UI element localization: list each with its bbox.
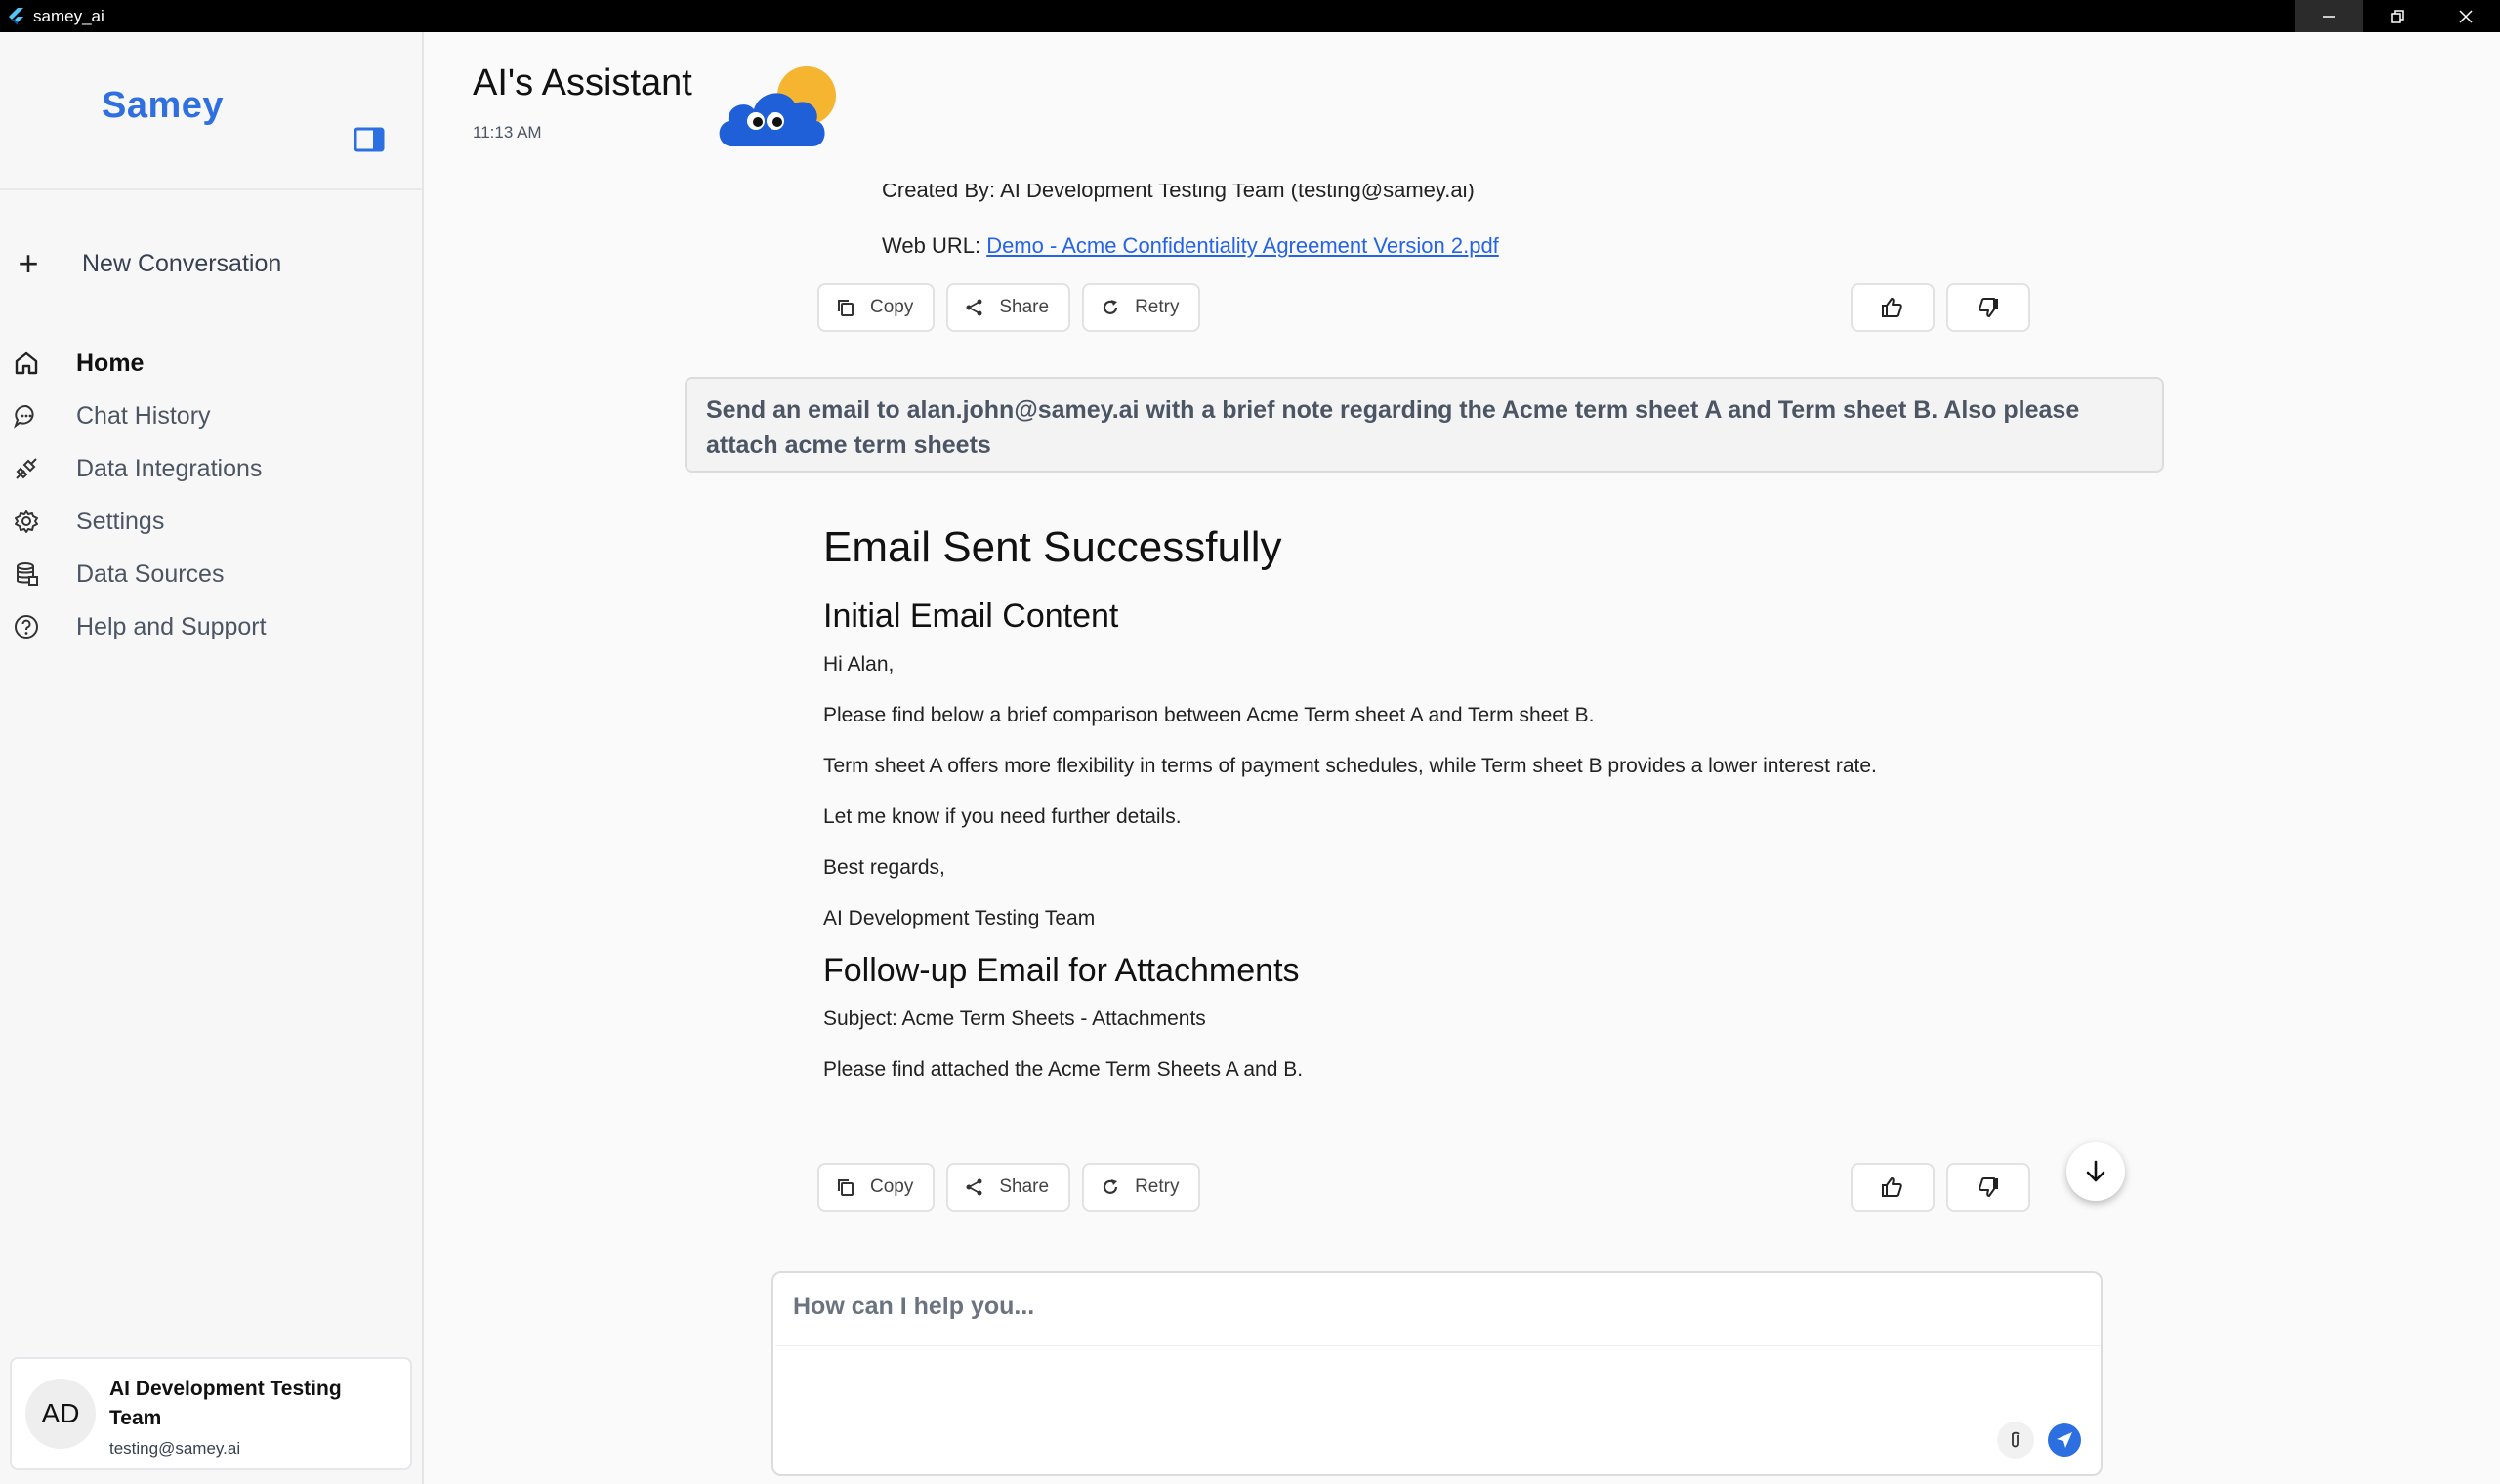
sidebar-item-label: Data Integrations [76, 454, 263, 482]
copy-label: Copy [870, 1176, 914, 1197]
email-signature: AI Development Testing Team [823, 907, 1096, 929]
sidebar-item-label: Data Sources [76, 559, 225, 588]
close-icon [2459, 9, 2473, 23]
user-message-bubble: Send an email to alan.john@samey.ai with… [685, 377, 2164, 473]
thumbs-down-button[interactable] [1946, 1163, 2030, 1212]
email-greeting: Hi Alan, [823, 653, 895, 676]
refresh-icon [1100, 1176, 1121, 1198]
response-title: Email Sent Successfully [823, 523, 1282, 571]
chat-input[interactable] [793, 1293, 2062, 1332]
copy-label: Copy [870, 297, 914, 317]
plus-icon: + [18, 243, 39, 283]
minimize-icon [2323, 15, 2335, 18]
sidebar-item-label: Chat History [76, 401, 211, 430]
attach-button[interactable] [1997, 1422, 2034, 1459]
email-paragraph: Term sheet A offers more flexibility in … [823, 755, 1877, 777]
retry-button[interactable]: Retry [1082, 1163, 1201, 1212]
avatar: AD [25, 1379, 96, 1449]
input-divider [775, 1345, 2101, 1346]
chat-bubble-icon [12, 401, 41, 431]
page-title: AI's Assistant [473, 62, 692, 103]
web-url-label: Web URL: [882, 233, 987, 258]
feedback-buttons [1851, 283, 2030, 332]
share-button[interactable]: Share [946, 283, 1071, 332]
paperclip-icon [2012, 1431, 2020, 1448]
thumbs-down-button[interactable] [1946, 283, 2030, 332]
share-label: Share [999, 297, 1050, 317]
email-signoff: Best regards, [823, 856, 945, 879]
email-paragraph: Please find attached the Acme Term Sheet… [823, 1058, 1304, 1081]
plug-icon [12, 454, 41, 483]
send-button[interactable] [2048, 1423, 2081, 1457]
user-email: testing@samey.ai [109, 1439, 241, 1458]
share-icon [964, 297, 985, 318]
sidebar-item-home[interactable]: Home [12, 337, 267, 390]
sidebar-item-data-integrations[interactable]: Data Integrations [12, 442, 267, 495]
close-button[interactable] [2432, 0, 2500, 32]
copy-icon [835, 1176, 856, 1198]
share-icon [964, 1176, 985, 1198]
sidebar-item-chat-history[interactable]: Chat History [12, 390, 267, 442]
help-circle-icon [12, 612, 41, 641]
new-conversation-label: New Conversation [82, 249, 282, 277]
restore-button[interactable] [2363, 0, 2432, 32]
brand-logo[interactable]: Samey [102, 85, 224, 127]
copy-button[interactable]: Copy [817, 1163, 936, 1212]
email-subject: Subject: Acme Term Sheets - Attachments [823, 1008, 1206, 1030]
sidebar-toggle-icon[interactable] [354, 126, 385, 153]
user-profile-card[interactable]: AD AI Development Testing Team testing@s… [10, 1357, 412, 1470]
share-label: Share [999, 1176, 1050, 1197]
sidebar-item-label: Help and Support [76, 612, 267, 640]
sidebar-nav: Home Chat History Data Integrations Sett… [12, 337, 267, 653]
feedback-buttons [1851, 1163, 2030, 1212]
timestamp: 11:13 AM [473, 123, 542, 142]
cloud-sun-mascot-icon [719, 66, 836, 146]
restore-icon [2391, 9, 2404, 23]
chat-input-box [771, 1271, 2103, 1476]
thumbs-up-button[interactable] [1851, 1163, 1935, 1212]
home-icon [12, 349, 41, 378]
copy-icon [835, 297, 856, 318]
scroll-to-bottom-button[interactable] [2066, 1142, 2125, 1201]
share-button[interactable]: Share [946, 1163, 1071, 1212]
database-icon [12, 559, 41, 589]
email-paragraph: Let me know if you need further details. [823, 805, 1182, 828]
window-controls [2295, 0, 2500, 32]
message-actions: Copy Share Retry [817, 1163, 1201, 1212]
sidebar-item-settings[interactable]: Settings [12, 495, 267, 548]
retry-button[interactable]: Retry [1082, 283, 1201, 332]
thumbs-up-icon [1882, 1177, 1902, 1197]
email-paragraph: Please find below a brief comparison bet… [823, 704, 1595, 726]
thumbs-down-icon [1979, 1177, 1998, 1197]
thumbs-up-button[interactable] [1851, 283, 1935, 332]
created-by-text: Created By: AI Development Testing Team … [882, 184, 1475, 202]
sidebar-item-label: Home [76, 349, 145, 377]
section-heading: Initial Email Content [823, 598, 1119, 635]
sidebar-divider [0, 188, 422, 190]
document-link[interactable]: Demo - Acme Confidentiality Agreement Ve… [986, 233, 1499, 258]
thumbs-down-icon [1979, 298, 1998, 317]
sidebar-item-help-and-support[interactable]: Help and Support [12, 600, 267, 653]
sidebar-item-data-sources[interactable]: Data Sources [12, 548, 267, 600]
retry-label: Retry [1135, 1176, 1180, 1197]
refresh-icon [1100, 297, 1121, 318]
section-heading: Follow-up Email for Attachments [823, 952, 1300, 989]
window-titlebar: samey_ai [0, 0, 2500, 32]
sidebar-item-label: Settings [76, 507, 165, 535]
sidebar: Samey + New Conversation Home Chat Histo… [0, 32, 424, 1484]
copy-button[interactable]: Copy [817, 283, 936, 332]
new-conversation-button[interactable]: + New Conversation [14, 243, 282, 283]
arrow-down-icon [2086, 1160, 2105, 1182]
retry-label: Retry [1135, 297, 1180, 317]
thumbs-up-icon [1882, 298, 1902, 317]
minimize-button[interactable] [2295, 0, 2363, 32]
window-title: samey_ai [33, 6, 104, 25]
web-url-line: Web URL: Demo - Acme Confidentiality Agr… [882, 233, 1499, 259]
assistant-response: Email Sent Successfully Initial Email Co… [823, 523, 2093, 1107]
send-icon [2057, 1432, 2072, 1448]
user-name: AI Development Testing Team [109, 1378, 342, 1429]
message-actions: Copy Share Retry [817, 283, 1201, 332]
flutter-app-icon [9, 7, 23, 25]
gear-icon [12, 507, 41, 536]
